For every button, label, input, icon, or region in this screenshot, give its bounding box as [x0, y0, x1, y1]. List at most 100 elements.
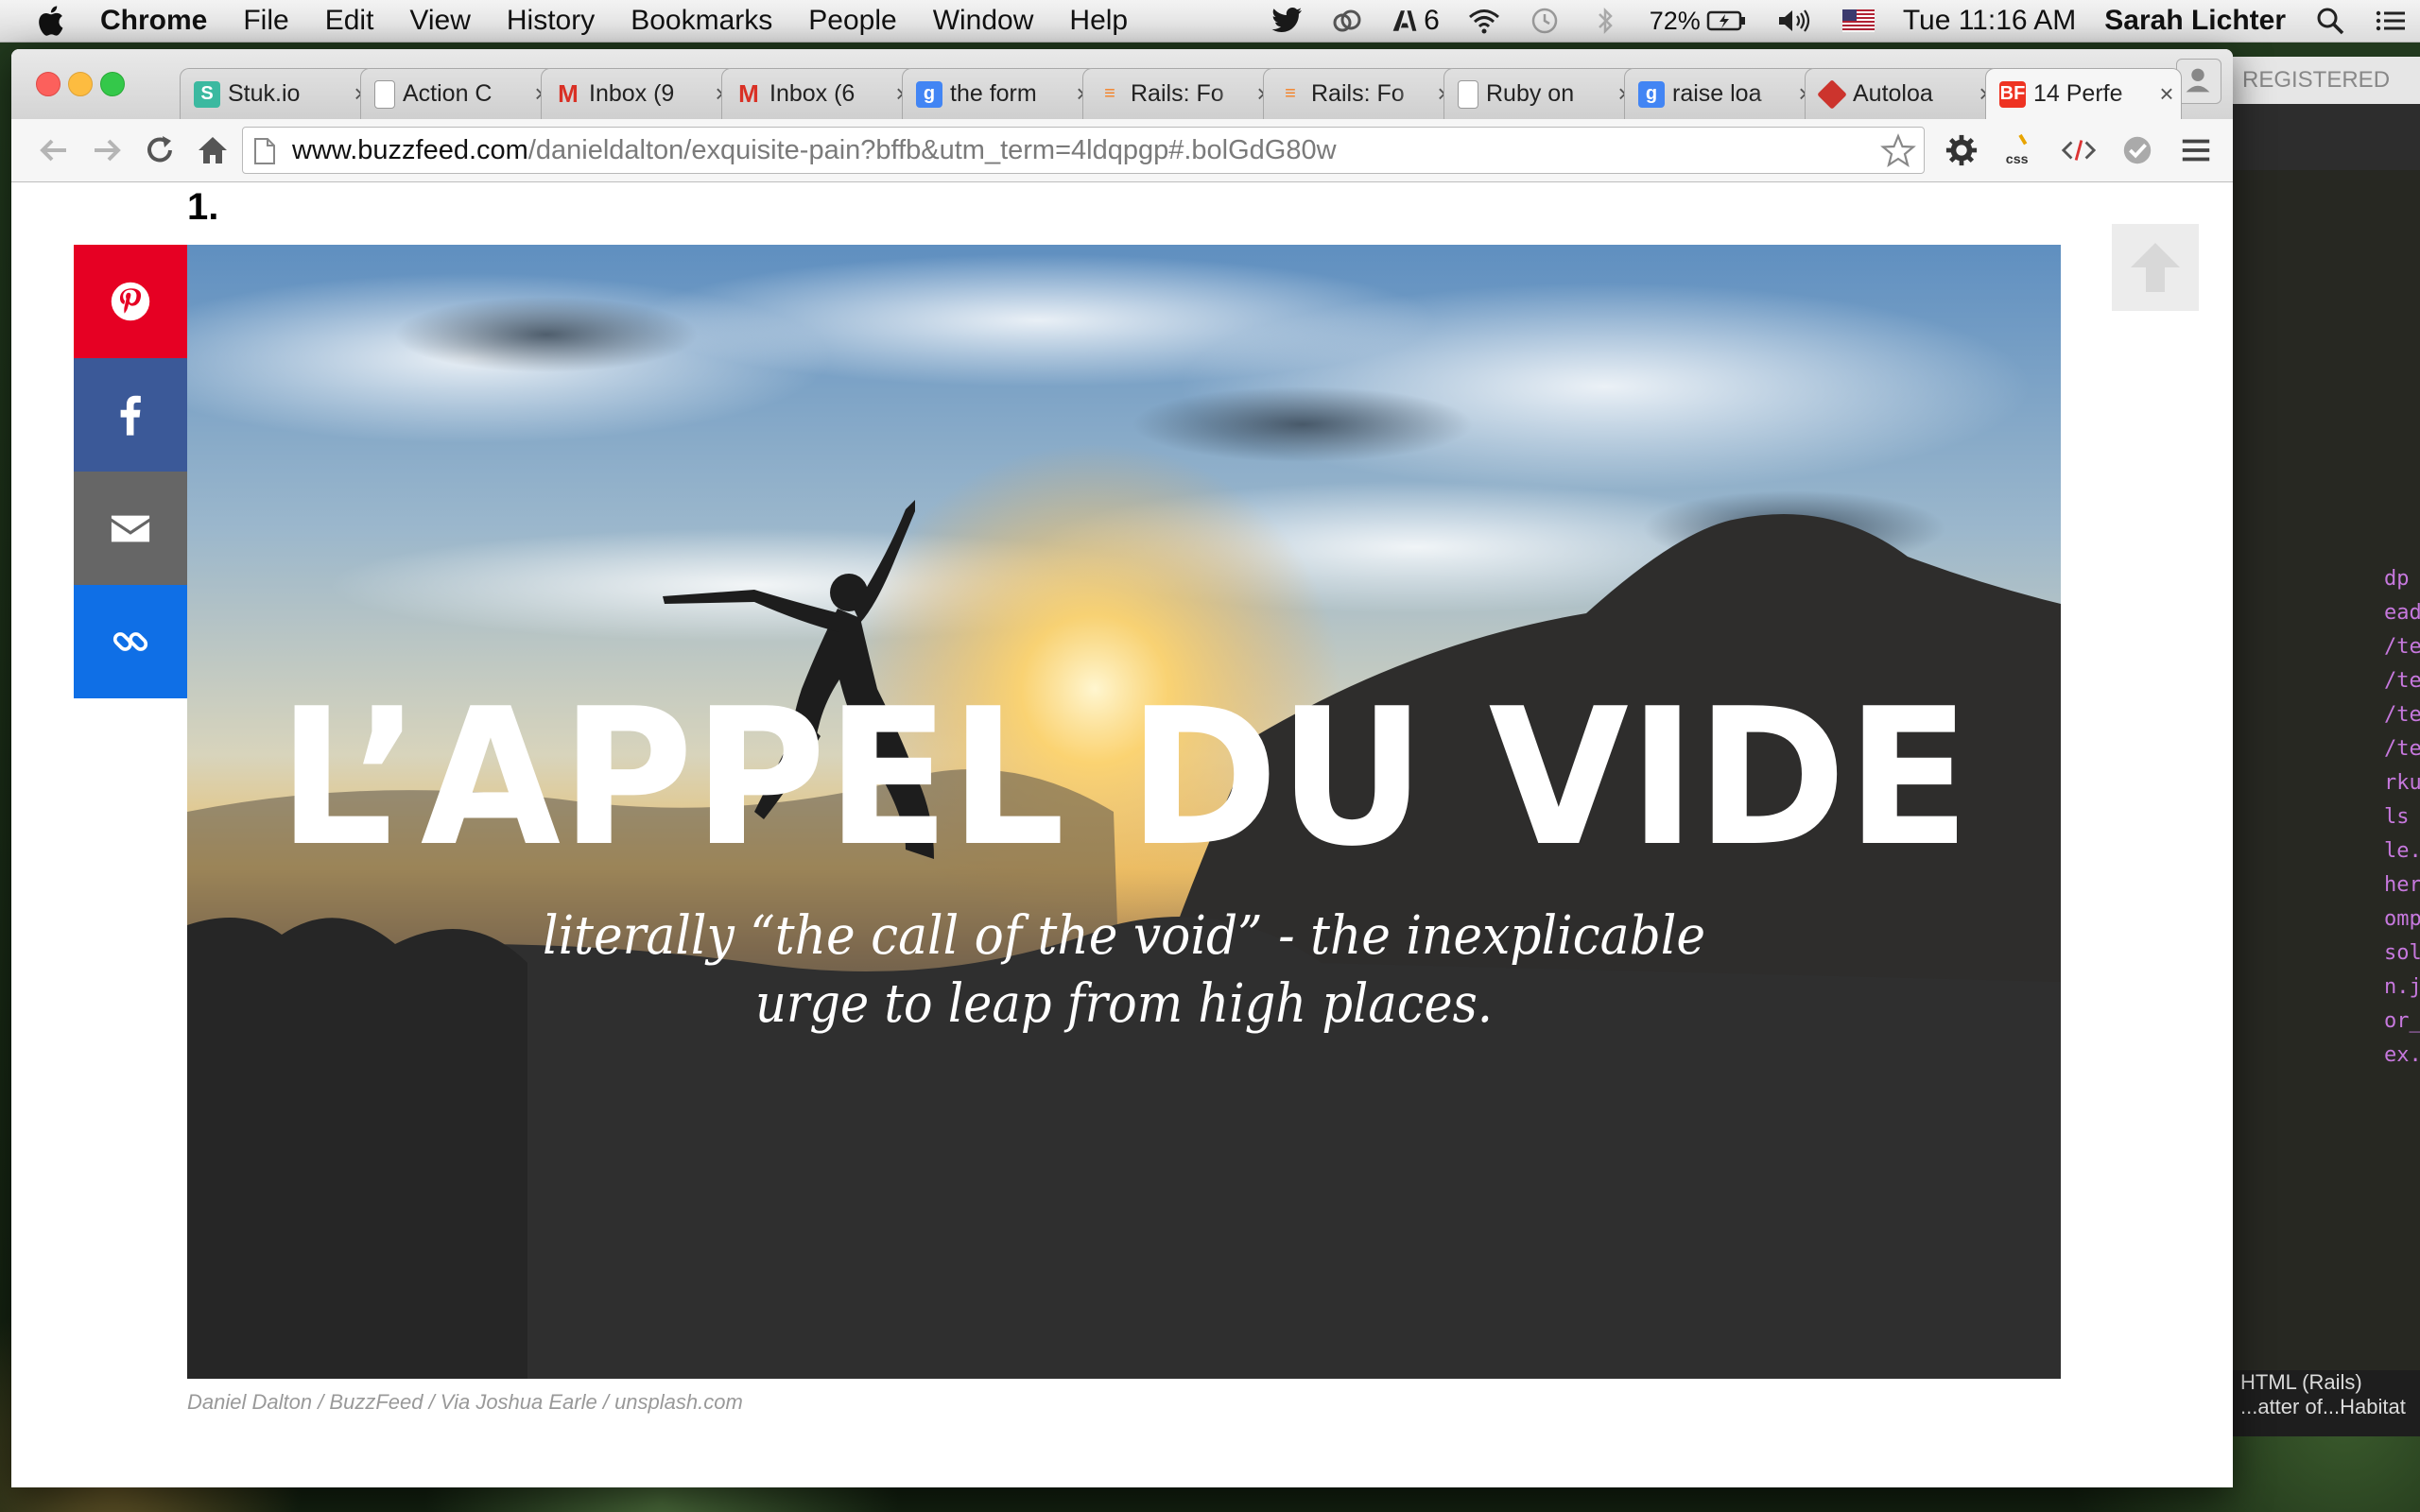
- reload-button[interactable]: [142, 132, 178, 168]
- menu-bookmarks[interactable]: Bookmarks: [631, 5, 772, 37]
- profile-button[interactable]: [2176, 59, 2221, 104]
- facebook-share-button[interactable]: [74, 358, 187, 472]
- browser-tab[interactable]: Ruby on×: [1443, 68, 1640, 119]
- editor-code-line: ex.: [2384, 1043, 2420, 1067]
- address-bar[interactable]: www.buzzfeed.com/danieldalton/exquisite-…: [242, 127, 1925, 174]
- browser-tab[interactable]: SStuk.io×: [180, 68, 376, 119]
- tab-title: Ruby on: [1486, 80, 1575, 107]
- svg-text:css: css: [2006, 152, 2029, 167]
- tab-title: Autoloa: [1853, 80, 1933, 107]
- email-share-button[interactable]: [74, 472, 187, 585]
- browser-tab[interactable]: MInbox (6×: [721, 68, 918, 119]
- forward-arrow-icon: [95, 139, 121, 162]
- browser-tab[interactable]: MInbox (9×: [541, 68, 737, 119]
- copy-link-button[interactable]: [74, 585, 187, 698]
- battery-charging-icon: [1706, 10, 1745, 31]
- tab-title: raise loa: [1672, 80, 1762, 107]
- hero-subtitle-line1: literally “the call of the void” - the i…: [543, 905, 1705, 967]
- tab-title: Stuk.io: [228, 80, 301, 107]
- background-editor-window[interactable]: REGISTERED dp ead/te/te/te/te rku ls le. her o…: [2233, 57, 2420, 1436]
- battery-percent: 72%: [1649, 6, 1701, 35]
- url-text: www.buzzfeed.com/danieldalton/exquisite-…: [292, 128, 1337, 173]
- browser-tab[interactable]: Autoloa×: [1805, 68, 2001, 119]
- hamburger-menu-icon: [2182, 139, 2210, 162]
- bluetooth-icon[interactable]: [1589, 7, 1621, 35]
- menu-edit[interactable]: Edit: [325, 5, 374, 37]
- apple-logo-icon[interactable]: [36, 5, 64, 37]
- notification-center-icon[interactable]: [2375, 7, 2407, 35]
- tab-title: Inbox (6: [769, 80, 856, 107]
- menu-view[interactable]: View: [409, 5, 470, 37]
- browser-tab[interactable]: ≡Rails: Fo×: [1082, 68, 1279, 119]
- back-button[interactable]: [36, 132, 72, 168]
- share-bar: [74, 245, 187, 698]
- adobe-status[interactable]: 6: [1392, 5, 1440, 37]
- hero-subtitle-line2: urge to leap from high places.: [755, 973, 1493, 1035]
- editor-code-line: ead: [2384, 601, 2420, 625]
- window-close-button[interactable]: [36, 72, 60, 96]
- twitter-icon[interactable]: [1270, 7, 1303, 35]
- browser-tab[interactable]: ≡Rails: Fo×: [1263, 68, 1460, 119]
- creative-cloud-icon[interactable]: [1331, 7, 1363, 35]
- tab-close-icon[interactable]: ×: [2152, 79, 2181, 109]
- browser-tab[interactable]: graise loa×: [1624, 68, 1821, 119]
- browser-tab[interactable]: gthe form×: [902, 68, 1098, 119]
- editor-code-line: or_: [2384, 1009, 2420, 1033]
- editor-code-line: ls: [2384, 805, 2410, 829]
- editor-project-label: ...atter of...Habitat: [2240, 1395, 2406, 1418]
- up-arrow-icon: [2131, 243, 2180, 292]
- editor-code-line: le.: [2384, 839, 2420, 863]
- us-flag-icon[interactable]: [1841, 9, 1875, 32]
- menu-window[interactable]: Window: [933, 5, 1034, 37]
- adobe-icon: [1392, 10, 1417, 31]
- tab-title: Rails: Fo: [1131, 80, 1224, 107]
- home-button[interactable]: [195, 132, 231, 168]
- forward-button[interactable]: [89, 132, 125, 168]
- menu-bar-user[interactable]: Sarah Lichter: [2104, 5, 2286, 37]
- volume-icon[interactable]: [1776, 7, 1814, 35]
- back-arrow-icon: [40, 139, 66, 162]
- css-extension-button[interactable]: css: [2002, 132, 2038, 168]
- menu-help[interactable]: Help: [1069, 5, 1128, 37]
- editor-code-line: her: [2384, 873, 2420, 897]
- browser-tab[interactable]: BF 14 Perfe ×: [1985, 68, 2182, 119]
- chrome-menu-button[interactable]: [2178, 132, 2214, 168]
- settings-extension-button[interactable]: [1944, 132, 1979, 168]
- wifi-icon[interactable]: [1468, 7, 1500, 35]
- tab-title: Rails: Fo: [1311, 80, 1405, 107]
- list-item-number: 1.: [187, 186, 219, 228]
- web-page: 1. L’APPEL DU VIDE literally “the call o…: [11, 182, 2233, 1487]
- editor-status-bar: HTML (Rails) ...atter of...Habitat: [2233, 1370, 2420, 1436]
- window-minimize-button[interactable]: [68, 72, 93, 96]
- browser-tab[interactable]: Action C×: [360, 68, 557, 119]
- battery-status[interactable]: 72%: [1650, 7, 1748, 36]
- code-icon: [2061, 140, 2097, 161]
- tab-title: the form: [950, 80, 1037, 107]
- menu-people[interactable]: People: [808, 5, 896, 37]
- spotlight-search-icon[interactable]: [2314, 7, 2346, 35]
- time-machine-icon[interactable]: [1529, 7, 1561, 35]
- tab-favicon-icon: g: [916, 80, 942, 108]
- editor-syntax-label: HTML (Rails): [2240, 1370, 2362, 1394]
- browser-toolbar: www.buzzfeed.com/danieldalton/exquisite-…: [11, 119, 2233, 182]
- code-extension-button[interactable]: [2061, 132, 2097, 168]
- check-extension-button[interactable]: [2119, 132, 2155, 168]
- editor-code-line: /te: [2384, 635, 2420, 659]
- menu-app-name[interactable]: Chrome: [100, 5, 207, 37]
- css-icon: css: [2006, 133, 2029, 167]
- menu-history[interactable]: History: [507, 5, 595, 37]
- hero-title-text: L’APPEL DU VIDE: [278, 668, 1970, 888]
- tab-favicon-icon: g: [1638, 80, 1665, 108]
- window-maximize-button[interactable]: [100, 72, 125, 96]
- bookmark-star-icon[interactable]: [1880, 133, 1916, 169]
- menu-bar-clock[interactable]: Tue 11:16 AM: [1903, 5, 2076, 37]
- scroll-to-top-button[interactable]: [2112, 224, 2199, 311]
- article-hero-image[interactable]: L’APPEL DU VIDE literally “the call of t…: [187, 245, 2061, 1379]
- reload-icon: [147, 136, 172, 163]
- menu-file[interactable]: File: [243, 5, 288, 37]
- url-path: /danieldalton/exquisite-pain?bffb&utm_te…: [527, 135, 1337, 165]
- url-host: www.buzzfeed.com: [292, 135, 528, 165]
- pinterest-share-button[interactable]: [74, 245, 187, 358]
- editor-tab-row: [2233, 104, 2420, 170]
- tab-favicon-icon: [1458, 79, 1478, 109]
